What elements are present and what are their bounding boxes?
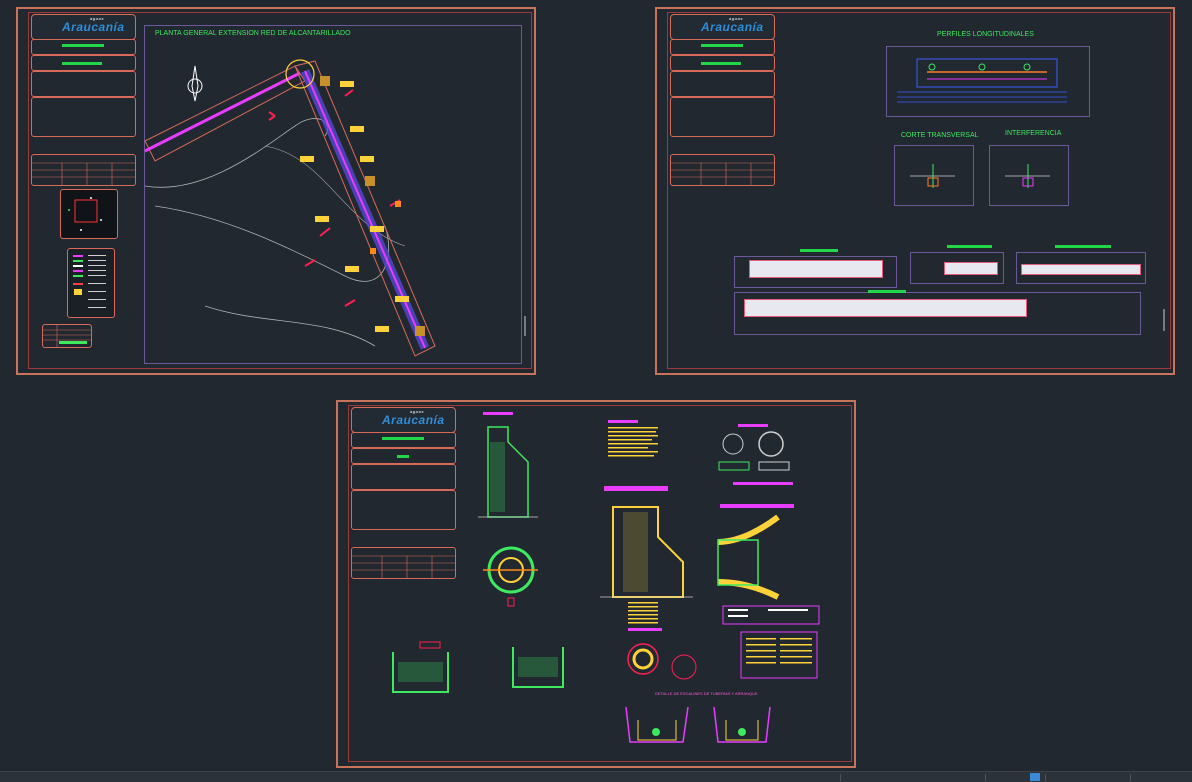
revision-grid bbox=[671, 162, 774, 185]
table-viewport-1[interactable] bbox=[734, 249, 897, 288]
cross-section-drawing bbox=[910, 164, 955, 188]
table-viewport-2[interactable] bbox=[910, 245, 1004, 284]
table-viewport-4[interactable] bbox=[734, 290, 1141, 335]
title-row bbox=[31, 39, 136, 55]
logo-text: Araucanía bbox=[701, 20, 764, 34]
coordinates-table bbox=[42, 324, 92, 348]
plan-viewport[interactable]: PLANTA GENERAL EXTENSION RED DE ALCANTAR… bbox=[144, 25, 526, 364]
profile-viewport[interactable] bbox=[886, 46, 1090, 117]
model-toggle-button[interactable] bbox=[1030, 773, 1040, 781]
cross-section-title: CORTE TRANSVERSAL bbox=[901, 132, 979, 139]
status-field[interactable] bbox=[1130, 774, 1191, 781]
sheet-detalles[interactable]: aguas Araucanía DETALLE DE ESCALINES DE … bbox=[336, 400, 856, 768]
logo-subtext: aguas bbox=[729, 16, 744, 21]
details-drawing bbox=[392, 412, 820, 743]
status-bar bbox=[0, 771, 1192, 782]
title-row bbox=[31, 97, 136, 137]
title-row bbox=[31, 71, 136, 97]
logo-subtext: aguas bbox=[90, 16, 105, 21]
north-arrow-icon bbox=[187, 65, 203, 102]
revision-table bbox=[31, 154, 136, 186]
company-logo: aguas Araucanía bbox=[62, 16, 125, 34]
sheet-planta-general[interactable]: aguas Araucanía PLANTA GENERAL EXTENSION… bbox=[16, 7, 536, 375]
interference-title: INTERFERENCIA bbox=[1005, 130, 1062, 137]
cross-section-viewport[interactable] bbox=[894, 145, 974, 206]
scroll-handle-icon[interactable] bbox=[1162, 309, 1166, 339]
title-row bbox=[670, 55, 775, 71]
title-row bbox=[670, 39, 775, 55]
revision-table bbox=[670, 154, 775, 186]
title-row bbox=[670, 71, 775, 97]
interference-drawing bbox=[1005, 164, 1050, 188]
location-map-graphic bbox=[68, 197, 102, 231]
profile-title: PERFILES LONGITUDINALES bbox=[937, 31, 1034, 38]
legend-symbols bbox=[73, 255, 106, 308]
location-map bbox=[60, 189, 118, 239]
sheet-perfiles[interactable]: aguas Araucanía PERFILES LONGITUDINALES bbox=[655, 7, 1175, 375]
revision-grid bbox=[32, 162, 135, 185]
stairs-title: DETALLE DE ESCALINES DE TUBERIAS Y ARRAN… bbox=[655, 691, 758, 696]
logo-text: Araucanía bbox=[62, 20, 125, 34]
plan-drawing bbox=[144, 59, 526, 357]
status-field[interactable] bbox=[840, 774, 981, 781]
title-block: aguas Araucanía bbox=[31, 14, 136, 40]
interference-viewport[interactable] bbox=[989, 145, 1069, 206]
coordinates-grid bbox=[43, 325, 91, 347]
title-row bbox=[670, 97, 775, 137]
title-row bbox=[31, 55, 136, 71]
legend-box bbox=[67, 248, 115, 318]
profile-drawing bbox=[897, 58, 1067, 103]
company-logo: aguas Araucanía bbox=[701, 16, 764, 34]
title-block: aguas Araucanía bbox=[670, 14, 775, 40]
table-viewport-3[interactable] bbox=[1016, 245, 1146, 284]
status-field[interactable] bbox=[1045, 774, 1126, 781]
status-field[interactable] bbox=[985, 774, 1026, 781]
